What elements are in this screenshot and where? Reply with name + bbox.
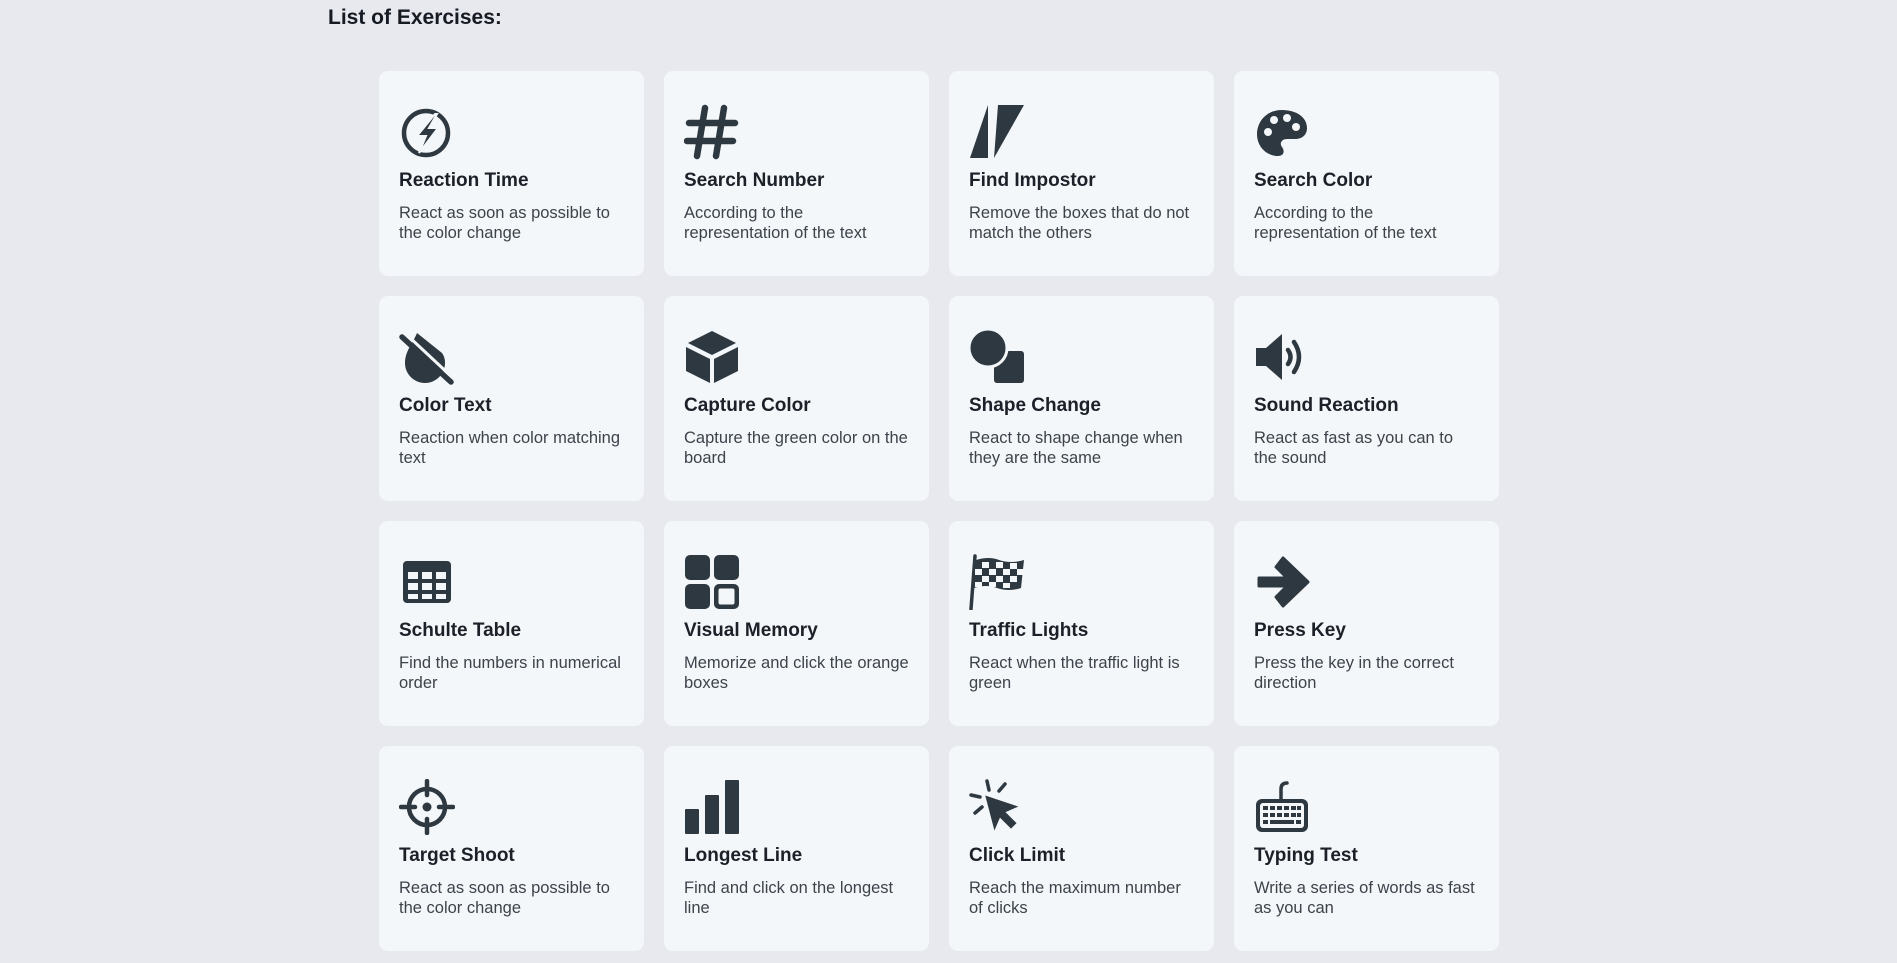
exercise-card-search-number[interactable]: Search Number According to the represent… [664, 71, 929, 276]
exercise-description: Find and click on the longest line [684, 879, 894, 917]
exercise-card-target-shoot[interactable]: Target Shoot React as soon as possible t… [379, 746, 644, 951]
exercise-description: Press the key in the correct direction [1254, 654, 1454, 692]
exercise-title: Search Number [684, 170, 825, 191]
exercises-page: List of Exercises: Reaction Time React a… [0, 0, 1897, 963]
exercise-description: React as soon as possible to the color c… [399, 204, 610, 242]
cube-icon [684, 329, 740, 385]
exercise-description: React to shape change when they are the … [969, 429, 1183, 467]
exercise-description: React when the traffic light is green [969, 654, 1180, 692]
volume-icon [1254, 329, 1310, 385]
exercise-card-sound-reaction[interactable]: Sound Reaction React as fast as you can … [1234, 296, 1499, 501]
tint-slash-icon [399, 329, 455, 385]
exercise-card-shape-change[interactable]: Shape Change React to shape change when … [949, 296, 1214, 501]
grid-squares-icon [684, 554, 740, 610]
exercise-title: Longest Line [684, 845, 803, 866]
exercise-card-color-text[interactable]: Color Text Reaction when color matching … [379, 296, 644, 501]
exercise-title: Reaction Time [399, 170, 529, 191]
palette-icon [1254, 104, 1310, 160]
exercise-description: React as soon as possible to the color c… [399, 879, 610, 917]
checkered-flag-icon [969, 554, 1025, 610]
exercise-title: Target Shoot [399, 845, 515, 866]
exercise-title: Sound Reaction [1254, 395, 1399, 416]
exercise-title: Shape Change [969, 395, 1101, 416]
hashtag-icon [684, 104, 740, 160]
exercise-title: Color Text [399, 395, 492, 416]
exercise-card-reaction-time[interactable]: Reaction Time React as soon as possible … [379, 71, 644, 276]
exercise-card-press-key[interactable]: Press Key Press the key in the correct d… [1234, 521, 1499, 726]
exercise-card-search-color[interactable]: Search Color According to the representa… [1234, 71, 1499, 276]
exercise-card-click-limit[interactable]: Click Limit Reach the maximum number of … [949, 746, 1214, 951]
exercise-card-longest-line[interactable]: Longest Line Find and click on the longe… [664, 746, 929, 951]
exercise-description: According to the representation of the t… [1254, 204, 1437, 242]
mouse-pointer-click-icon [969, 779, 1025, 835]
exercise-description: Find the numbers in numerical order [399, 654, 621, 692]
crosshairs-icon [399, 779, 455, 835]
exercise-title: Traffic Lights [969, 620, 1089, 641]
exercise-description: Memorize and click the orange boxes [684, 654, 909, 692]
bolt-circle-icon [399, 104, 455, 160]
exercise-title: Press Key [1254, 620, 1346, 641]
exercise-title: Typing Test [1254, 845, 1358, 866]
exercise-title: Find Impostor [969, 170, 1096, 191]
exercise-description: Capture the green color on the board [684, 429, 908, 467]
exercise-title: Click Limit [969, 845, 1066, 866]
exercise-description: Reach the maximum number of clicks [969, 879, 1181, 917]
exercise-title: Visual Memory [684, 620, 818, 641]
arrow-right-icon [1254, 554, 1310, 610]
exercise-title: Schulte Table [399, 620, 522, 641]
signal-bars-icon [684, 779, 740, 835]
exercise-card-visual-memory[interactable]: Visual Memory Memorize and click the ora… [664, 521, 929, 726]
shapes-icon [969, 329, 1025, 385]
page-title: List of Exercises: [328, 6, 502, 29]
exercise-description: React as fast as you can to the sound [1254, 429, 1454, 467]
exercise-description: Remove the boxes that do not match the o… [969, 204, 1190, 242]
exercise-card-schulte-table[interactable]: Schulte Table Find the numbers in numeri… [379, 521, 644, 726]
exercise-card-typing-test[interactable]: Typing Test Write a series of words as f… [1234, 746, 1499, 951]
exercise-title: Capture Color [684, 395, 811, 416]
keyboard-icon [1254, 779, 1310, 835]
exercise-description: According to the representation of the t… [684, 204, 867, 242]
exercise-description: Reaction when color matching text [399, 429, 621, 467]
exercise-grid: Reaction Time React as soon as possible … [379, 71, 1499, 951]
table-icon [399, 554, 455, 610]
exercise-title: Search Color [1254, 170, 1373, 191]
exercise-description: Write a series of words as fast as you c… [1254, 879, 1475, 917]
exercise-card-find-impostor[interactable]: Find Impostor Remove the boxes that do n… [949, 71, 1214, 276]
exercise-card-capture-color[interactable]: Capture Color Capture the green color on… [664, 296, 929, 501]
impostor-triangles-icon [969, 104, 1025, 160]
exercise-card-traffic-lights[interactable]: Traffic Lights React when the traffic li… [949, 521, 1214, 726]
